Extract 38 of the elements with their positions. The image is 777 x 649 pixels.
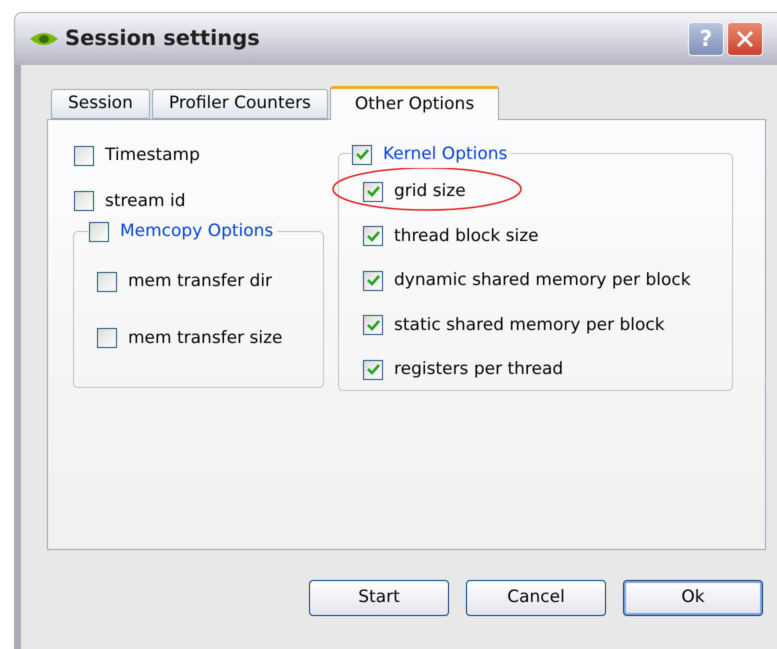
checkbox[interactable] [74, 191, 94, 212]
option-label: stream id [105, 190, 186, 212]
option-label: Memcopy Options [120, 220, 274, 243]
option-label: mem transfer dir [128, 270, 272, 293]
checkmark-icon [366, 230, 380, 242]
checkbox[interactable] [363, 315, 383, 336]
close-icon [735, 29, 755, 49]
checkmark-icon [366, 275, 380, 286]
tab[interactable]: Other Options [330, 86, 500, 120]
eye-logo-icon [29, 31, 59, 47]
checkbox[interactable] [363, 360, 383, 380]
checkbox[interactable] [97, 272, 117, 292]
option-label: mem transfer size [128, 326, 282, 350]
tab[interactable]: Session [51, 89, 150, 119]
option-label: static shared memory per block [394, 314, 665, 336]
tab[interactable]: Profiler Counters [152, 89, 328, 119]
option-label: Timestamp [105, 144, 200, 167]
checkmark-icon [366, 186, 380, 198]
option-label: dynamic shared memory per block [394, 269, 691, 292]
window-title: Session settings [65, 25, 260, 52]
checkmark-icon [356, 149, 368, 160]
option-label: registers per thread [394, 358, 564, 381]
option-label: thread block size [394, 224, 539, 248]
checkbox[interactable] [97, 328, 117, 348]
checkmark-icon [366, 364, 380, 376]
checkmark-icon [366, 320, 380, 331]
close-button[interactable] [727, 22, 763, 56]
checkbox[interactable] [363, 182, 383, 202]
option-label: grid size [394, 180, 466, 203]
checkbox[interactable] [363, 226, 383, 246]
dialog-button[interactable]: Ok [623, 580, 763, 616]
dialog-button[interactable]: Cancel [466, 580, 606, 616]
checkbox[interactable] [74, 146, 94, 166]
checkbox[interactable] [89, 222, 109, 242]
option-label: Kernel Options [383, 143, 508, 166]
dialog-button[interactable]: Start [309, 580, 449, 616]
checkbox[interactable] [363, 270, 383, 291]
checkbox[interactable] [352, 144, 372, 165]
